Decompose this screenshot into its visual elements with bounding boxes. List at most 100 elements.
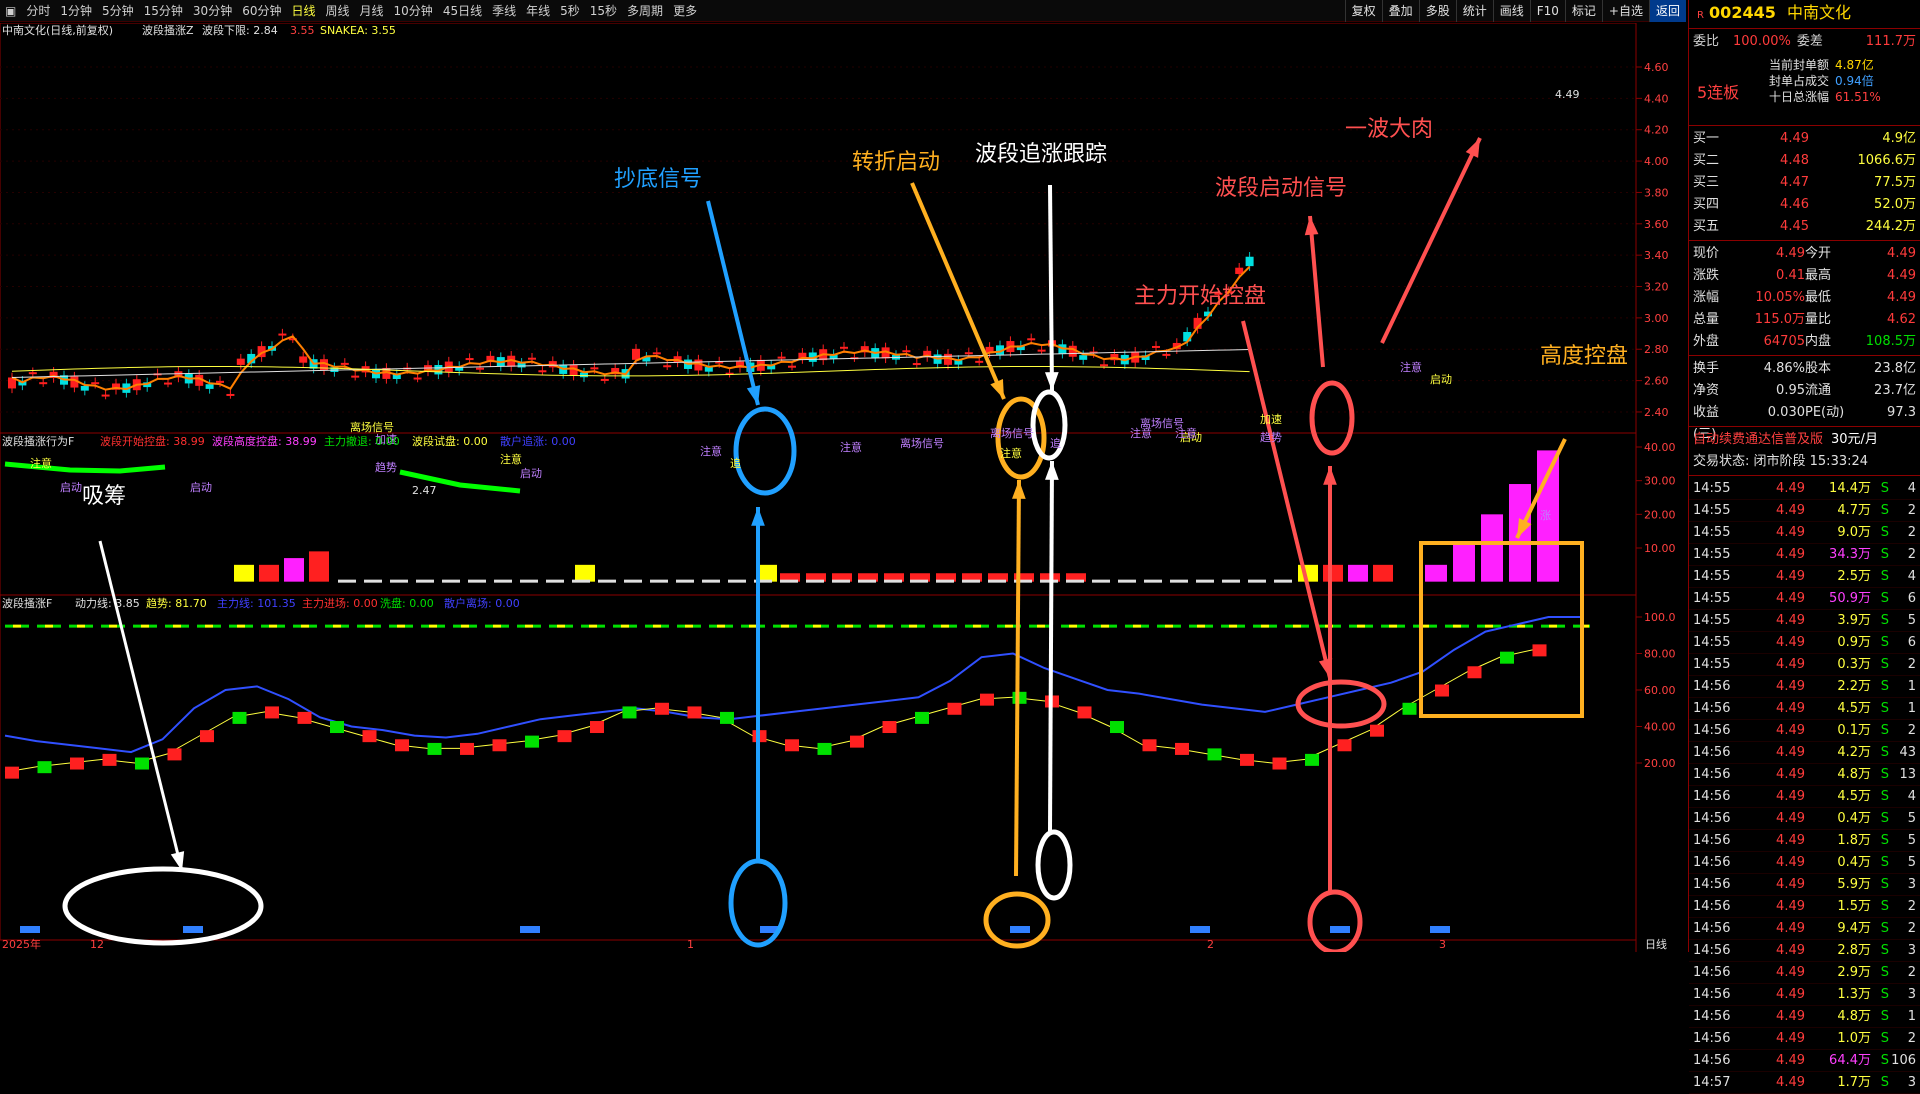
tick-row: 14:55 4.49 0.3万 S 2 bbox=[1689, 654, 1920, 676]
stock-name: 中南文化 bbox=[1786, 3, 1851, 22]
momentum-candle bbox=[785, 739, 799, 752]
behavior-dash bbox=[884, 579, 902, 583]
period-2[interactable]: 5分钟 bbox=[97, 0, 139, 22]
quote-info: 现价 4.49 今开 4.49 涨跌 0.41 最高 4.49 涨幅 10.05% 最低 4.49 总量… bbox=[1689, 243, 1920, 353]
bid-row: 买二 4.48 1066.6万 bbox=[1693, 153, 1916, 168]
toolbar-btn-1[interactable]: 叠加 bbox=[1381, 0, 1419, 22]
p1-ytick-label: 3.80 bbox=[1644, 186, 1669, 199]
signal-label: 注意 bbox=[30, 456, 52, 470]
candle-body bbox=[340, 362, 349, 365]
period-7[interactable]: 周线 bbox=[321, 0, 355, 22]
behavior-dash bbox=[650, 579, 668, 583]
signal-label: 涨 bbox=[1540, 509, 1551, 522]
candle-body bbox=[663, 365, 672, 368]
toolbar-btn-2[interactable]: 多股 bbox=[1418, 0, 1456, 22]
panel1-line2: SNAKEA: 3.55 bbox=[320, 24, 396, 37]
momentum-candle bbox=[492, 739, 507, 752]
momentum-candle bbox=[1142, 739, 1157, 752]
toolbar-btn-4[interactable]: 画线 bbox=[1492, 0, 1530, 22]
bid-row: 买五 4.45 244.2万 bbox=[1693, 219, 1916, 234]
candle-body bbox=[351, 375, 360, 378]
candle-body bbox=[538, 370, 547, 373]
p3-ytick-label: 100.0 bbox=[1644, 611, 1676, 624]
momentum-candle bbox=[330, 721, 344, 734]
p1-ytick-label: 4.40 bbox=[1644, 92, 1669, 105]
panel1-indicator: 波段搔涨Z bbox=[142, 23, 194, 37]
period-0[interactable]: 分时 bbox=[21, 0, 55, 22]
toolbar-btn-6[interactable]: 标记 bbox=[1564, 0, 1602, 22]
period-12[interactable]: 年线 bbox=[521, 0, 555, 22]
momentum-candle bbox=[915, 711, 929, 724]
candle-body bbox=[1079, 355, 1088, 360]
panel3-legend-item: 主力进场: 0.00 bbox=[302, 596, 378, 610]
tick-row: 14:56 4.49 9.4万 S 2 bbox=[1689, 918, 1920, 940]
panel3-legend-item: 散户离场: 0.00 bbox=[444, 596, 520, 610]
momentum-candle bbox=[622, 706, 637, 719]
momentum-candle bbox=[297, 711, 312, 724]
period-9[interactable]: 10分钟 bbox=[389, 0, 438, 22]
toolbar-menu-icon[interactable]: ▣ bbox=[0, 0, 21, 22]
info-row: 现价 4.49 今开 4.49 bbox=[1693, 246, 1916, 261]
info-row: 净资 0.95 流通 23.7亿 bbox=[1693, 383, 1916, 398]
period-6[interactable]: 日线 bbox=[286, 0, 320, 22]
tick-row: 14:56 4.49 1.3万 S 3 bbox=[1689, 984, 1920, 1006]
p1-ytick-label: 2.80 bbox=[1644, 343, 1669, 356]
tick-row: 14:56 4.49 5.9万 S 3 bbox=[1689, 874, 1920, 896]
tick-list[interactable]: 14:55 4.49 14.4万 S 4 14:55 4.49 4.7万 S 2 14:55 4.49… bbox=[1689, 478, 1920, 1094]
tick-row: 14:57 4.49 1.7万 S 3 bbox=[1689, 1072, 1920, 1094]
momentum-candle bbox=[1402, 702, 1417, 715]
candle-body bbox=[299, 356, 308, 363]
momentum-candle bbox=[1207, 748, 1222, 761]
candle-body bbox=[840, 346, 848, 349]
panel3-legend-item: 趋势: 81.70 bbox=[146, 597, 207, 610]
period-11[interactable]: 季线 bbox=[487, 0, 521, 22]
candle-body bbox=[912, 363, 921, 366]
arrow-zhuizhang-up bbox=[1048, 460, 1054, 832]
period-14[interactable]: 15秒 bbox=[585, 0, 622, 22]
signal-label: 趋势 bbox=[375, 461, 397, 474]
momentum-candle bbox=[1435, 684, 1449, 697]
period-15[interactable]: 多周期 bbox=[622, 0, 668, 22]
toolbar-btn-3[interactable]: 统计 bbox=[1455, 0, 1493, 22]
period-3[interactable]: 15分钟 bbox=[139, 0, 188, 22]
period-1[interactable]: 1分钟 bbox=[55, 0, 97, 22]
bid-book: 买一 4.49 4.9亿 买二 4.48 1066.6万 买三 4.47 77.5万 买四 4.46… bbox=[1689, 128, 1920, 238]
period-13[interactable]: 5秒 bbox=[555, 0, 585, 22]
momentum-candle bbox=[135, 757, 149, 770]
toolbar-btn-7[interactable]: +自选 bbox=[1601, 0, 1649, 22]
behavior-dash bbox=[1040, 579, 1058, 583]
period-16[interactable]: 更多 bbox=[668, 0, 702, 22]
p2-ytick-label: 30.00 bbox=[1644, 475, 1676, 488]
tick-row: 14:56 4.49 0.4万 S 5 bbox=[1689, 852, 1920, 874]
signal-label: 注意 bbox=[500, 452, 522, 466]
behavior-dash bbox=[806, 579, 824, 583]
momentum-candle bbox=[980, 693, 994, 706]
momentum-candle bbox=[655, 702, 669, 715]
tick-row: 14:55 4.49 4.7万 S 2 bbox=[1689, 500, 1920, 522]
momentum-candle bbox=[1532, 644, 1547, 657]
toolbar-btn-8[interactable]: 返回 bbox=[1648, 0, 1686, 22]
toolbar-btn-5[interactable]: F10 bbox=[1529, 0, 1565, 22]
period-5[interactable]: 60分钟 bbox=[237, 0, 286, 22]
candle-body bbox=[164, 382, 172, 385]
signal-label: 趋势 bbox=[1260, 431, 1282, 444]
momentum-candle bbox=[1175, 742, 1189, 755]
tick-row: 14:55 4.49 0.9万 S 6 bbox=[1689, 632, 1920, 654]
behavior-dash bbox=[442, 579, 460, 583]
momentum-candle bbox=[1077, 706, 1092, 719]
candle-body bbox=[1100, 364, 1108, 367]
period-10[interactable]: 45日线 bbox=[438, 0, 487, 22]
candle-body bbox=[1152, 345, 1160, 348]
panel3-legend-item: 洗盘: 0.00 bbox=[380, 596, 434, 610]
period-4[interactable]: 30分钟 bbox=[188, 0, 237, 22]
behavior-dash bbox=[832, 579, 850, 583]
behavior-dash bbox=[572, 579, 590, 583]
momentum-candle bbox=[362, 730, 377, 743]
tick-row: 14:56 4.49 1.0万 S 2 bbox=[1689, 1028, 1920, 1050]
behavior-bar bbox=[309, 551, 329, 582]
panel2-legend-item: 散户追涨: 0.00 bbox=[500, 434, 576, 448]
toolbar-btn-0[interactable]: 复权 bbox=[1344, 0, 1382, 22]
info-row: 收益(三) 0.030 PE(动) 97.3 bbox=[1693, 405, 1916, 442]
period-8[interactable]: 月线 bbox=[355, 0, 389, 22]
candle-body bbox=[1162, 353, 1171, 356]
